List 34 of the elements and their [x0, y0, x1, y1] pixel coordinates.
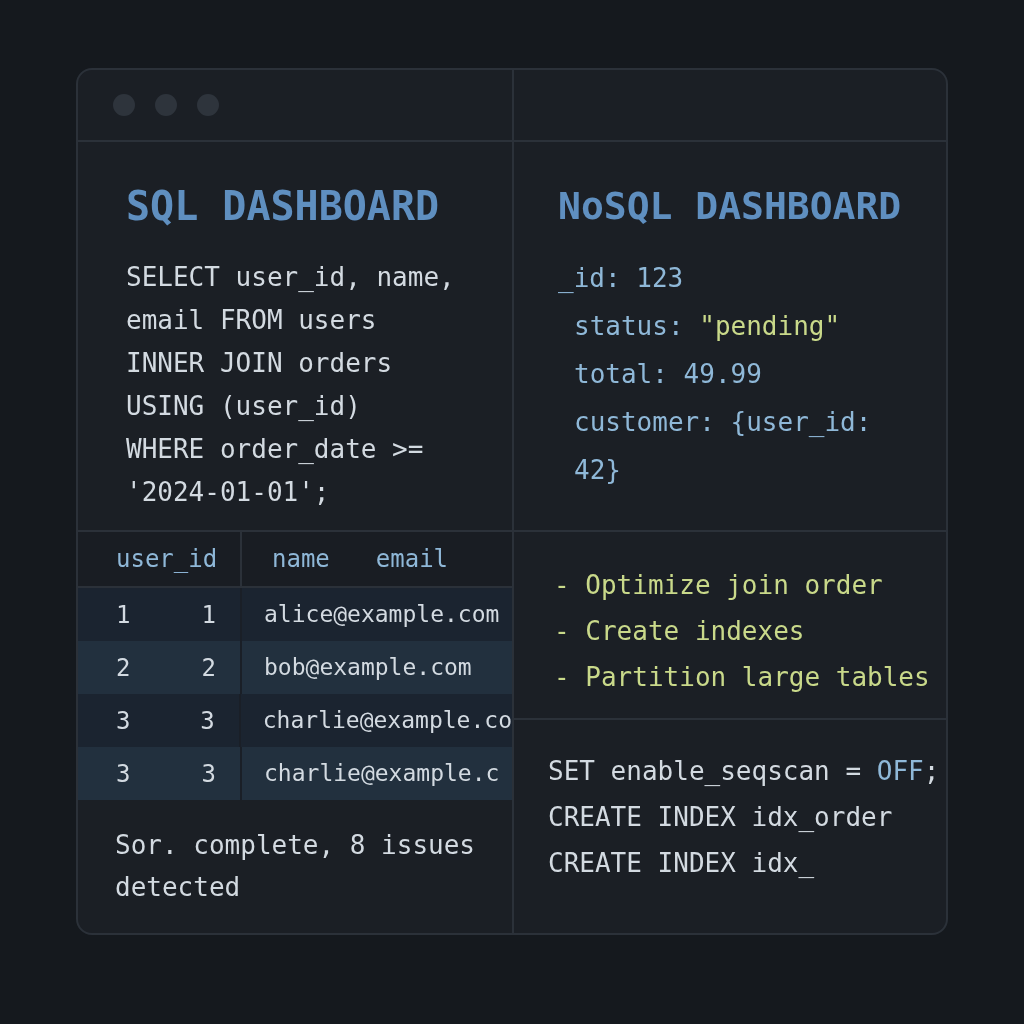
- document-field: total: 49.99: [574, 350, 914, 398]
- code-line: email FROM users: [126, 304, 377, 337]
- table-cell-text: 2: [116, 652, 131, 684]
- panel-title: SQL DASHBOARD: [126, 182, 440, 230]
- code-line: CREATE INDEX idx_order: [548, 801, 893, 834]
- table-cell-text: 3: [116, 758, 131, 790]
- code-line: SELECT user_id, name,: [126, 261, 455, 294]
- table-cell-text: charlie@example.co: [262, 706, 512, 736]
- column-header: user_id: [116, 544, 218, 575]
- code-line: USING (user_id): [126, 390, 361, 423]
- table-cell-text: charlie@example.c: [264, 759, 500, 789]
- table-cell-text: 3: [200, 705, 215, 737]
- table-cell-text: 1: [201, 599, 216, 631]
- suggestion-item: - Create indexes: [554, 615, 805, 648]
- table-cell-text: alice@example.com: [264, 600, 500, 630]
- table-cell-text: 1: [116, 599, 131, 631]
- status-message: Sor. complete, 8 issues detected: [114, 829, 477, 904]
- panel-title: NoSQL DASHBOARD: [558, 183, 902, 230]
- column-header: name: [272, 544, 330, 575]
- code-line: '2024-01-01';: [126, 476, 330, 509]
- document-field: customer: {user_id: 42}: [574, 398, 914, 494]
- code-line: WHERE order_date >=: [126, 433, 424, 466]
- table-cell-text: 3: [116, 705, 131, 737]
- table-cell-text: 2: [201, 652, 216, 684]
- column-header: email: [375, 544, 449, 575]
- table-cell-text: bob@example.com: [264, 653, 472, 683]
- suggestion-item: - Optimize join order: [554, 569, 883, 602]
- table-cell-text: 3: [201, 758, 216, 790]
- code-line: CREATE INDEX idx_: [548, 847, 815, 880]
- code-line: INNER JOIN orders: [126, 347, 393, 380]
- suggestion-item: - Partition large tables: [554, 661, 930, 694]
- document-field: status: "pending": [574, 302, 914, 350]
- code-line: SET enable_seqscan = OFF;: [548, 755, 940, 788]
- document-field: _id: 123: [558, 254, 898, 302]
